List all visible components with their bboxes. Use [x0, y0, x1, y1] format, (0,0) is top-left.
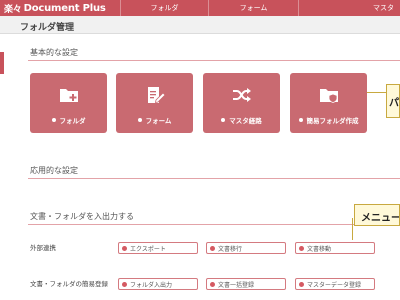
- menu-link-export[interactable]: エクスポート: [118, 242, 198, 254]
- tile-folder[interactable]: フォルダ: [30, 73, 107, 133]
- bullet-icon: [122, 281, 127, 287]
- bullet-icon: [137, 118, 142, 122]
- bullet-icon: [299, 245, 304, 251]
- sidebar-marker: [0, 52, 4, 74]
- logo-en-text: Document Plus: [23, 2, 106, 14]
- page-title-bar: フォルダ管理: [0, 16, 400, 34]
- bullet-icon: [122, 245, 127, 251]
- menu-link-doc-move[interactable]: 文書移動: [295, 242, 375, 254]
- logo-jp-text: 楽々: [4, 4, 22, 15]
- bullet-icon: [299, 281, 304, 287]
- callout-connector: [352, 218, 353, 240]
- nav-folder[interactable]: フォルダ: [120, 0, 208, 16]
- section-divider: [28, 178, 400, 179]
- tile-master-route[interactable]: マスタ経路: [203, 73, 280, 133]
- folder-shield-icon: [320, 89, 338, 103]
- folder-add-icon: [60, 89, 78, 102]
- tile-simple-folder[interactable]: 簡易フォルダ作成: [290, 73, 367, 133]
- section-title-applied: 応用的な設定: [30, 166, 78, 175]
- tile-label: 簡易フォルダ作成: [290, 115, 367, 125]
- row-label-simple-register: 文書・フォルダの簡易登録: [30, 280, 108, 288]
- form-edit-icon: [148, 87, 165, 104]
- nav-master[interactable]: マスタ: [298, 0, 400, 16]
- tile-label: フォルダ: [30, 115, 107, 125]
- menu-link-folder-io[interactable]: フォルダ入出力: [118, 278, 198, 290]
- callout-top: パ: [386, 84, 400, 118]
- tile-label: フォーム: [116, 115, 193, 125]
- section-divider: [28, 224, 400, 225]
- row-label-external: 外部連携: [30, 244, 56, 252]
- section-title-basic: 基本的な設定: [30, 48, 78, 57]
- section-divider: [28, 60, 400, 61]
- app-logo[interactable]: 楽々 Document Plus: [4, 1, 106, 15]
- bullet-icon: [298, 118, 303, 122]
- tile-form[interactable]: フォーム: [116, 73, 193, 133]
- section-title-io: 文書・フォルダを入出力する: [30, 212, 134, 221]
- nav-form[interactable]: フォーム: [208, 0, 298, 16]
- top-nav-bar: 楽々 Document Plus フォルダ フォーム マスタ: [0, 0, 400, 16]
- bullet-icon: [210, 245, 215, 251]
- bullet-icon: [221, 118, 226, 122]
- tile-label: マスタ経路: [203, 115, 280, 125]
- menu-link-master-data[interactable]: マスターデータ登録: [295, 278, 375, 290]
- shuffle-icon: [233, 88, 251, 102]
- bullet-icon: [210, 281, 215, 287]
- menu-link-doc-migration[interactable]: 文書移行: [206, 242, 286, 254]
- bullet-icon: [51, 118, 56, 122]
- callout-menu: メニュー: [354, 204, 400, 226]
- page-title: フォルダ管理: [20, 23, 75, 33]
- menu-link-bulk-register[interactable]: 文書一括登録: [206, 278, 286, 290]
- callout-connector: [367, 92, 386, 93]
